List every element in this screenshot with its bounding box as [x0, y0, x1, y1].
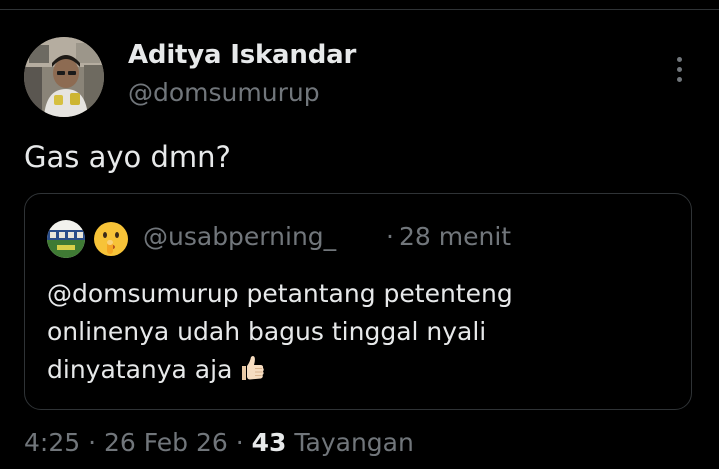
tweet-time[interactable]: 4:25: [24, 428, 80, 457]
author-name[interactable]: Aditya Iskandar: [128, 40, 356, 70]
dot: [676, 76, 682, 82]
thumbs-up-emoji: [236, 353, 266, 383]
views-count[interactable]: 43: [252, 428, 287, 457]
more-vertical-icon[interactable]: [664, 52, 694, 86]
tweet-date[interactable]: 26 Feb 26: [104, 428, 228, 457]
quote-text: @domsumurup petantang petenteng onlineny…: [47, 275, 667, 389]
quote-author-handle[interactable]: @usabperning_: [143, 222, 336, 251]
separator-dot: ·: [235, 428, 244, 457]
dot: [676, 66, 682, 72]
views-label: Tayangan: [294, 428, 414, 457]
tweet-text: Gas ayo dmn?: [24, 140, 231, 174]
shushing-face-emoji: [92, 220, 130, 258]
author-handle[interactable]: @domsumurup: [128, 78, 320, 107]
tweet-meta: 4:25 · 26 Feb 26 · 43 Tayangan: [24, 428, 414, 457]
quote-timestamp[interactable]: 28 menit: [399, 222, 511, 251]
quote-text-line: dinyatanya aja: [47, 351, 667, 389]
separator-dot: ·: [88, 428, 97, 457]
quoted-tweet-card[interactable]: @usabperning_ · 28 menit @domsumurup pet…: [24, 193, 692, 410]
quote-text-line-content: dinyatanya aja: [47, 355, 233, 384]
tweet-detail: Aditya Iskandar @domsumurup Gas ayo dmn?: [0, 0, 719, 469]
dot: [676, 56, 682, 62]
quote-author-avatar[interactable]: [47, 220, 85, 258]
divider: [0, 9, 719, 10]
author-avatar[interactable]: [24, 37, 104, 117]
quote-text-line: @domsumurup petantang petenteng: [47, 279, 513, 308]
quote-text-line: onlinenya udah bagus tinggal nyali: [47, 317, 487, 346]
separator-dot: ·: [386, 222, 394, 251]
